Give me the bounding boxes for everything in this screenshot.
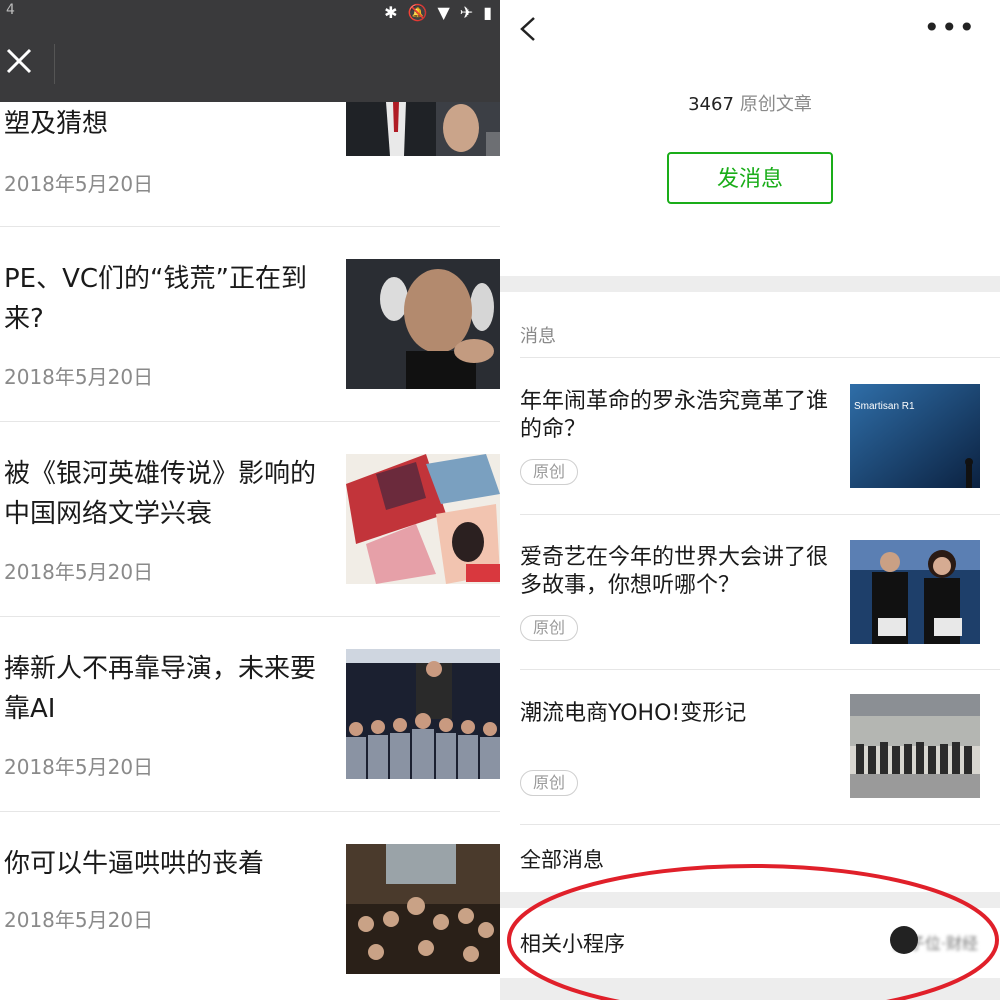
message-title: 年年闹革命的罗永浩究竟革了谁的命？ <box>520 389 829 442</box>
battery-icon: ▮ <box>483 3 492 22</box>
account-profile-panel: ••• 3467 原创文章 发消息 消息 年年闹革命的罗永浩究竟革了谁的命？ 原创… <box>500 0 1000 1000</box>
article-thumbnail <box>346 102 500 156</box>
close-icon[interactable] <box>6 48 32 74</box>
app-root: 4 ✱ 🔕 ▼ ✈ ▮ 塑及猜想 2018年5月20日 PE、VC们的“钱荒”正… <box>0 0 1000 1000</box>
mini-program-avatar <box>890 926 918 954</box>
message-title: 潮流电商YOHO!变形记 <box>520 701 747 726</box>
original-tag: 原创 <box>520 615 579 641</box>
section-gap <box>500 276 1000 292</box>
mini-program-name: 量子位·财经 <box>892 934 978 953</box>
send-message-button[interactable]: 发消息 <box>667 152 833 204</box>
related-mini-programs-row[interactable]: 相关小程序 量子位·财经 <box>500 908 1000 978</box>
article-date: 2018年5月20日 <box>4 908 154 932</box>
article-title: PE、VC们的“钱荒”正在到来? <box>4 264 307 334</box>
article-title: 被《银河英雄传说》影响的中国网络文学兴衰 <box>4 459 317 529</box>
divider <box>520 824 1000 825</box>
airplane-icon: ✈ <box>459 3 474 22</box>
article-count-label: 原创文章 <box>739 94 812 115</box>
message-thumbnail <box>850 694 980 798</box>
article-title: 捧新人不再靠导演，未来要靠AI <box>4 654 317 724</box>
article-item[interactable]: 捧新人不再靠导演，未来要靠AI 2018年5月20日 <box>0 617 500 812</box>
article-date: 2018年5月20日 <box>4 560 154 584</box>
related-mini-programs-label: 相关小程序 <box>520 932 625 956</box>
divider <box>520 357 1000 358</box>
article-item[interactable]: PE、VC们的“钱荒”正在到来? 2018年5月20日 <box>0 227 500 422</box>
article-title: 你可以牛逼哄哄的丧着 <box>4 849 265 879</box>
article-item[interactable]: 被《银河英雄传说》影响的中国网络文学兴衰 2018年5月20日 <box>0 422 500 617</box>
article-date: 2018年5月20日 <box>4 755 154 779</box>
article-item[interactable]: 你可以牛逼哄哄的丧着 2018年5月20日 <box>0 812 500 1000</box>
article-item[interactable]: 塑及猜想 2018年5月20日 <box>0 102 500 227</box>
article-thumbnail <box>346 259 500 389</box>
top-nav-bar <box>0 28 500 102</box>
section-gap <box>500 892 1000 908</box>
article-thumbnail <box>346 649 500 779</box>
message-thumbnail <box>850 540 980 644</box>
thumb-text: Smartisan R1 <box>854 401 915 412</box>
article-title: 塑及猜想 <box>4 109 109 139</box>
message-item[interactable]: 爱奇艺在今年的世界大会讲了很多故事，你想听哪个？ 原创 <box>500 540 1000 699</box>
back-chevron-icon[interactable] <box>518 16 538 42</box>
status-icons: ✱ 🔕 ▼ ✈ ▮ <box>384 3 492 22</box>
message-title: 爱奇艺在今年的世界大会讲了很多故事，你想听哪个？ <box>520 545 829 598</box>
bluetooth-icon: ✱ <box>384 3 398 22</box>
mute-icon: 🔕 <box>407 3 428 22</box>
all-messages-link[interactable]: 全部消息 <box>520 844 604 874</box>
original-tag: 原创 <box>520 459 579 485</box>
article-list: 塑及猜想 2018年5月20日 PE、VC们的“钱荒”正在到来? 2018年5月… <box>0 102 500 1000</box>
status-bar: 4 ✱ 🔕 ▼ ✈ ▮ <box>0 0 500 28</box>
article-date: 2018年5月20日 <box>4 172 154 196</box>
nav-divider <box>54 44 55 84</box>
article-stats: 3467 原创文章 <box>500 90 1000 116</box>
message-item[interactable]: 潮流电商YOHO!变形记 原创 <box>500 694 1000 855</box>
message-thumbnail: Smartisan R1 <box>850 384 980 488</box>
article-count: 3467 <box>688 94 734 115</box>
wifi-icon: ▼ <box>437 3 450 22</box>
article-thumbnail <box>346 844 500 974</box>
article-thumbnail <box>346 454 500 584</box>
article-list-panel: 4 ✱ 🔕 ▼ ✈ ▮ 塑及猜想 2018年5月20日 PE、VC们的“钱荒”正… <box>0 0 500 1000</box>
divider <box>520 514 1000 515</box>
more-options-icon[interactable]: ••• <box>923 14 976 42</box>
original-tag: 原创 <box>520 770 579 796</box>
messages-section-label: 消息 <box>520 326 556 347</box>
divider <box>520 669 1000 670</box>
message-item[interactable]: 年年闹革命的罗永浩究竟革了谁的命？ 原创 Smartisan R1 <box>500 384 1000 543</box>
signal-indicator: 4 <box>6 2 15 18</box>
article-date: 2018年5月20日 <box>4 365 154 389</box>
section-gap <box>500 978 1000 1000</box>
